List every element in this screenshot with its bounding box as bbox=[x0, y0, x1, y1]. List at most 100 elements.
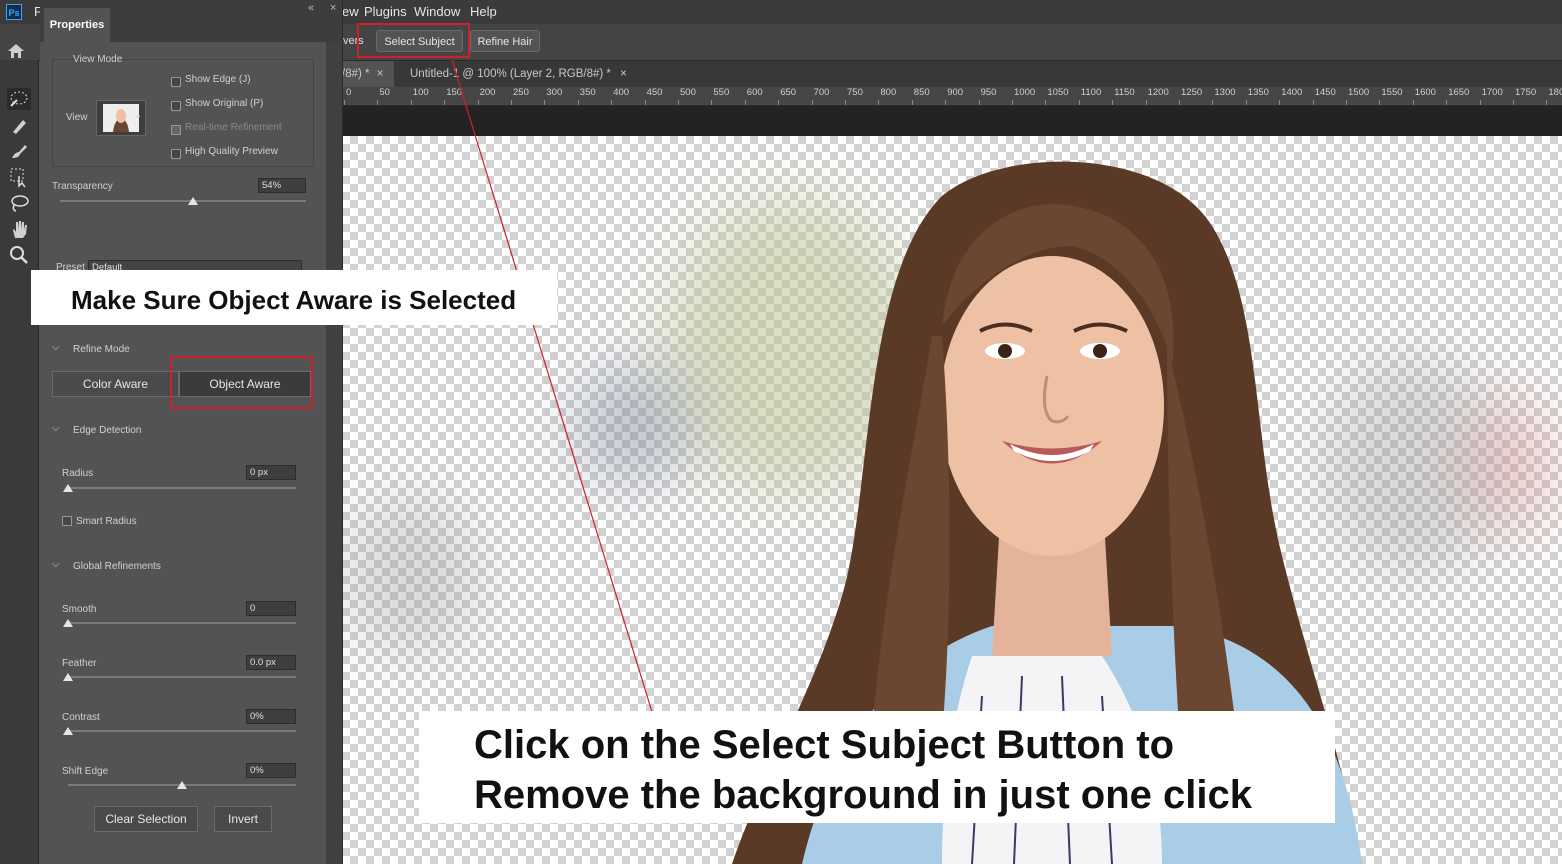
menu-view[interactable]: ew bbox=[342, 4, 359, 19]
ruler-tick bbox=[377, 100, 379, 105]
transparency-slider[interactable] bbox=[60, 200, 306, 202]
ruler-tick bbox=[644, 100, 646, 105]
ruler-tick bbox=[1446, 100, 1448, 105]
horizontal-ruler: 0 50 100 150 200 250 300 350 400 450 500 550 600 650 7… bbox=[342, 87, 1562, 106]
ruler-tick bbox=[1379, 100, 1381, 105]
transparency-field[interactable]: 54% bbox=[258, 178, 306, 193]
photoshop-logo-icon: Ps bbox=[6, 4, 22, 20]
properties-panel: Properties « × View Mode View ⌄ Show Edg… bbox=[40, 0, 343, 864]
ruler-tick bbox=[444, 100, 446, 105]
invert-button[interactable]: Invert bbox=[214, 806, 272, 832]
feather-slider[interactable] bbox=[68, 676, 296, 678]
tab-document-1[interactable]: /8#) * × bbox=[334, 61, 394, 87]
smart-radius-checkbox[interactable] bbox=[62, 516, 72, 526]
show-edge-checkbox[interactable] bbox=[171, 77, 181, 87]
shift-edge-field[interactable]: 0% bbox=[246, 763, 296, 778]
feather-field[interactable]: 0.0 px bbox=[246, 655, 296, 670]
quick-selection-tool-icon[interactable] bbox=[7, 88, 31, 110]
smooth-slider-thumb[interactable] bbox=[63, 619, 73, 627]
feather-slider-thumb[interactable] bbox=[63, 673, 73, 681]
object-aware-callout-text: Make Sure Object Aware is Selected bbox=[71, 285, 517, 315]
ruler-tick bbox=[410, 100, 412, 105]
ruler-tick bbox=[1045, 100, 1047, 105]
close-icon[interactable]: × bbox=[377, 68, 384, 80]
refine-edge-brush-icon[interactable] bbox=[7, 114, 31, 136]
clear-selection-button[interactable]: Clear Selection bbox=[94, 806, 198, 832]
lasso-tool-icon[interactable] bbox=[7, 192, 31, 214]
close-icon[interactable]: × bbox=[620, 68, 627, 80]
feather-label: Feather bbox=[62, 658, 97, 669]
ruler-label: 1450 bbox=[1314, 87, 1336, 98]
ruler-label: 1350 bbox=[1247, 87, 1269, 98]
home-icon[interactable] bbox=[6, 42, 32, 60]
show-edge-label: Show Edge (J) bbox=[185, 74, 251, 85]
chevron-down-icon[interactable]: ⌵ bbox=[52, 559, 60, 570]
smooth-slider[interactable] bbox=[68, 622, 296, 624]
hand-tool-icon[interactable] bbox=[7, 218, 31, 240]
chevron-down-icon[interactable]: ⌵ bbox=[52, 342, 60, 353]
close-icon[interactable]: × bbox=[330, 2, 336, 14]
hq-preview-checkbox[interactable] bbox=[171, 149, 181, 159]
ruler-tick bbox=[811, 100, 813, 105]
document-tab-bar: /8#) * × Untitled-1 @ 100% (Layer 2, RGB… bbox=[334, 61, 1562, 87]
contrast-label: Contrast bbox=[62, 712, 100, 723]
radius-slider[interactable] bbox=[68, 487, 296, 489]
ruler-label: 850 bbox=[913, 87, 930, 98]
ruler-label: 1400 bbox=[1281, 87, 1303, 98]
tab-document-2-label: Untitled-1 @ 100% (Layer 2, RGB/8#) * bbox=[410, 68, 611, 80]
properties-header: Properties « × bbox=[40, 0, 342, 42]
contrast-field[interactable]: 0% bbox=[246, 709, 296, 724]
object-selection-tool-icon[interactable] bbox=[7, 166, 31, 188]
ruler-label: 150 bbox=[446, 87, 463, 98]
smooth-field[interactable]: 0 bbox=[246, 601, 296, 616]
shift-edge-slider-thumb[interactable] bbox=[177, 781, 187, 789]
ruler-label: 1050 bbox=[1047, 87, 1069, 98]
show-original-checkbox[interactable] bbox=[171, 101, 181, 111]
ruler-label: 1200 bbox=[1147, 87, 1169, 98]
radius-field[interactable]: 0 px bbox=[246, 465, 296, 480]
menu-help[interactable]: Help bbox=[470, 4, 497, 19]
chevron-down-icon[interactable]: ⌵ bbox=[52, 423, 60, 434]
ruler-tick bbox=[911, 100, 913, 105]
view-mode-heading: View Mode bbox=[73, 54, 123, 65]
ruler-label: 1000 bbox=[1014, 87, 1036, 98]
ruler-tick bbox=[744, 100, 746, 105]
zoom-tool-icon[interactable] bbox=[7, 244, 31, 266]
transparency-slider-thumb[interactable] bbox=[187, 197, 198, 205]
object-aware-callout: Make Sure Object Aware is Selected bbox=[31, 270, 557, 325]
smooth-label: Smooth bbox=[62, 604, 97, 615]
tab-properties[interactable]: Properties bbox=[44, 8, 110, 42]
ruler-tick bbox=[1245, 100, 1247, 105]
tools-panel bbox=[0, 44, 39, 864]
chevron-down-icon[interactable]: ⌄ bbox=[134, 110, 142, 121]
ruler-label: 1750 bbox=[1515, 87, 1537, 98]
ruler-tick bbox=[878, 100, 880, 105]
color-aware-button[interactable]: Color Aware bbox=[52, 371, 179, 397]
contrast-slider[interactable] bbox=[68, 730, 296, 732]
ruler-label: 300 bbox=[546, 87, 563, 98]
ruler-tick bbox=[544, 100, 546, 105]
ruler-label: 700 bbox=[813, 87, 830, 98]
radius-slider-thumb[interactable] bbox=[63, 484, 73, 492]
realtime-refinement-label: Real-time Refinement bbox=[185, 122, 282, 133]
tab-document-2[interactable]: Untitled-1 @ 100% (Layer 2, RGB/8#) * × bbox=[402, 61, 635, 87]
ruler-tick bbox=[611, 100, 613, 105]
contrast-slider-thumb[interactable] bbox=[63, 727, 73, 735]
refine-hair-button[interactable]: Refine Hair bbox=[470, 30, 540, 52]
ruler-tick bbox=[978, 100, 980, 105]
menu-plugins[interactable]: Plugins bbox=[364, 4, 407, 19]
ruler-label: 500 bbox=[680, 87, 696, 98]
ruler-tick bbox=[1513, 100, 1514, 105]
ruler-label: 1700 bbox=[1481, 87, 1503, 98]
properties-scrollbar[interactable] bbox=[326, 42, 342, 864]
ruler-label: 0 bbox=[346, 87, 352, 98]
menu-window[interactable]: Window bbox=[414, 4, 460, 19]
background-blur bbox=[342, 496, 482, 656]
realtime-refinement-checkbox[interactable] bbox=[171, 125, 181, 135]
refine-mode-heading: Refine Mode bbox=[73, 344, 130, 355]
collapse-icon[interactable]: « bbox=[308, 2, 314, 14]
brush-tool-icon[interactable] bbox=[7, 140, 31, 162]
ruler-label: 350 bbox=[579, 87, 596, 98]
select-subject-callout-line1: Click on the Select Subject Button to bbox=[474, 723, 1175, 767]
ruler-label: 1300 bbox=[1214, 87, 1236, 98]
